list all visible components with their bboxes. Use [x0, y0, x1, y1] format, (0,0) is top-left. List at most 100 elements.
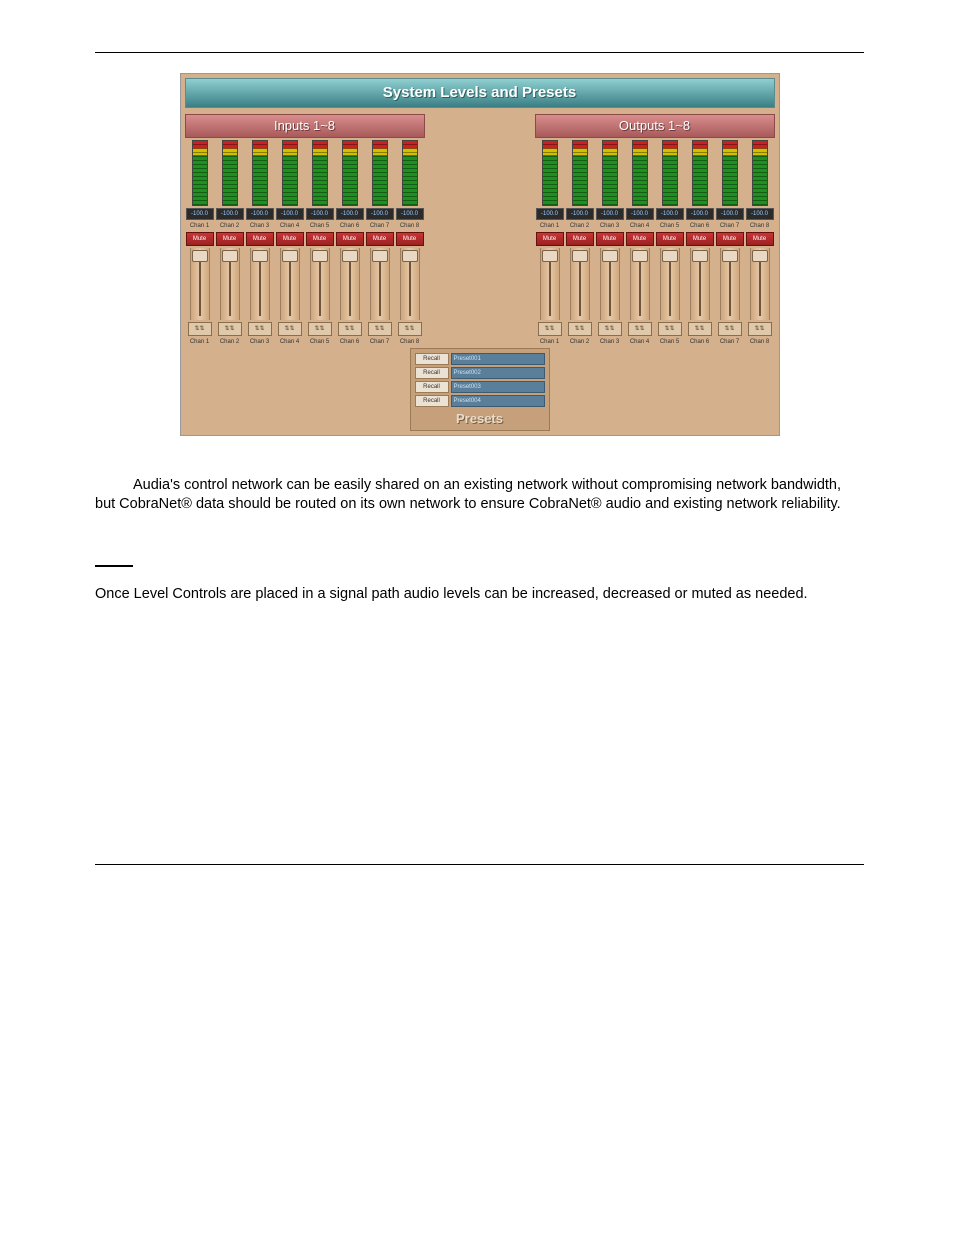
gang-button[interactable]: ⇅⇅ [338, 322, 362, 336]
mute-button[interactable]: Mute [746, 232, 774, 246]
gang-button[interactable]: ⇅⇅ [628, 322, 652, 336]
mute-button[interactable]: Mute [566, 232, 594, 246]
preset-name: Preset003 [451, 381, 545, 393]
fader-thumb[interactable] [662, 250, 678, 262]
gang-button[interactable]: ⇅⇅ [568, 322, 592, 336]
recall-button[interactable]: Recall [415, 367, 449, 379]
fader[interactable] [310, 248, 330, 320]
output-channel-4: -100.0Chan 4Mute⇅⇅Chan 4 [625, 138, 655, 348]
recall-button[interactable]: Recall [415, 353, 449, 365]
gang-button[interactable]: ⇅⇅ [398, 322, 422, 336]
fader[interactable] [720, 248, 740, 320]
preset-row-3: RecallPreset003 [415, 381, 545, 393]
fader[interactable] [630, 248, 650, 320]
fader-thumb[interactable] [632, 250, 648, 262]
outputs-title: Outputs 1~8 [535, 114, 775, 138]
mute-button[interactable]: Mute [596, 232, 624, 246]
fader-thumb[interactable] [192, 250, 208, 262]
fader-thumb[interactable] [222, 250, 238, 262]
mute-button[interactable]: Mute [246, 232, 274, 246]
fader[interactable] [600, 248, 620, 320]
level-meter [372, 140, 388, 206]
channel-label: Chan 8 [750, 222, 769, 230]
channel-label: Chan 7 [720, 222, 739, 230]
fader-thumb[interactable] [402, 250, 418, 262]
fader[interactable] [190, 248, 210, 320]
fader[interactable] [250, 248, 270, 320]
recall-button[interactable]: Recall [415, 381, 449, 393]
paragraph-1: Audia's control network can be easily sh… [95, 476, 864, 515]
gang-button[interactable]: ⇅⇅ [188, 322, 212, 336]
mute-button[interactable]: Mute [536, 232, 564, 246]
level-meter [662, 140, 678, 206]
gang-button[interactable]: ⇅⇅ [538, 322, 562, 336]
presets-title: Presets [415, 410, 545, 428]
level-readout: -100.0 [276, 208, 304, 220]
gang-button[interactable]: ⇅⇅ [218, 322, 242, 336]
gang-button[interactable]: ⇅⇅ [308, 322, 332, 336]
bottom-rule [95, 864, 864, 865]
mute-button[interactable]: Mute [336, 232, 364, 246]
channel-label-bottom: Chan 7 [370, 338, 389, 346]
mute-button[interactable]: Mute [186, 232, 214, 246]
mute-button[interactable]: Mute [716, 232, 744, 246]
output-channel-6: -100.0Chan 6Mute⇅⇅Chan 6 [685, 138, 715, 348]
mute-button[interactable]: Mute [306, 232, 334, 246]
fader[interactable] [570, 248, 590, 320]
gang-button[interactable]: ⇅⇅ [748, 322, 772, 336]
fader-thumb[interactable] [602, 250, 618, 262]
mute-button[interactable]: Mute [656, 232, 684, 246]
level-meter [342, 140, 358, 206]
level-meter [632, 140, 648, 206]
gang-button[interactable]: ⇅⇅ [368, 322, 392, 336]
mute-button[interactable]: Mute [276, 232, 304, 246]
channel-label-bottom: Chan 3 [250, 338, 269, 346]
gang-button[interactable]: ⇅⇅ [718, 322, 742, 336]
channel-label: Chan 3 [250, 222, 269, 230]
output-channel-7: -100.0Chan 7Mute⇅⇅Chan 7 [715, 138, 745, 348]
channel-label-bottom: Chan 2 [220, 338, 239, 346]
fader[interactable] [400, 248, 420, 320]
preset-row-4: RecallPreset004 [415, 395, 545, 407]
recall-button[interactable]: Recall [415, 395, 449, 407]
fader-thumb[interactable] [542, 250, 558, 262]
mute-button[interactable]: Mute [216, 232, 244, 246]
level-meter [312, 140, 328, 206]
screenshot-panel: System Levels and Presets Inputs 1~8 -10… [180, 73, 780, 436]
gang-button[interactable]: ⇅⇅ [598, 322, 622, 336]
fader[interactable] [690, 248, 710, 320]
preset-row-1: RecallPreset001 [415, 353, 545, 365]
channel-label-bottom: Chan 1 [190, 338, 209, 346]
fader-thumb[interactable] [372, 250, 388, 262]
input-channel-7: -100.0Chan 7Mute⇅⇅Chan 7 [365, 138, 395, 348]
mute-button[interactable]: Mute [686, 232, 714, 246]
gang-button[interactable]: ⇅⇅ [248, 322, 272, 336]
fader-thumb[interactable] [752, 250, 768, 262]
fader[interactable] [540, 248, 560, 320]
fader[interactable] [340, 248, 360, 320]
level-meter [222, 140, 238, 206]
inputs-title: Inputs 1~8 [185, 114, 425, 138]
fader-thumb[interactable] [252, 250, 268, 262]
fader[interactable] [280, 248, 300, 320]
mute-button[interactable]: Mute [626, 232, 654, 246]
fader-thumb[interactable] [342, 250, 358, 262]
fader[interactable] [370, 248, 390, 320]
panel-title: System Levels and Presets [185, 78, 775, 108]
fader[interactable] [660, 248, 680, 320]
gang-button[interactable]: ⇅⇅ [278, 322, 302, 336]
mute-button[interactable]: Mute [396, 232, 424, 246]
fader-thumb[interactable] [572, 250, 588, 262]
gang-button[interactable]: ⇅⇅ [658, 322, 682, 336]
mute-button[interactable]: Mute [366, 232, 394, 246]
level-meter [692, 140, 708, 206]
fader-thumb[interactable] [692, 250, 708, 262]
fader-thumb[interactable] [282, 250, 298, 262]
fader[interactable] [750, 248, 770, 320]
level-readout: -100.0 [656, 208, 684, 220]
fader-thumb[interactable] [722, 250, 738, 262]
gang-button[interactable]: ⇅⇅ [688, 322, 712, 336]
fader[interactable] [220, 248, 240, 320]
level-meter [402, 140, 418, 206]
fader-thumb[interactable] [312, 250, 328, 262]
